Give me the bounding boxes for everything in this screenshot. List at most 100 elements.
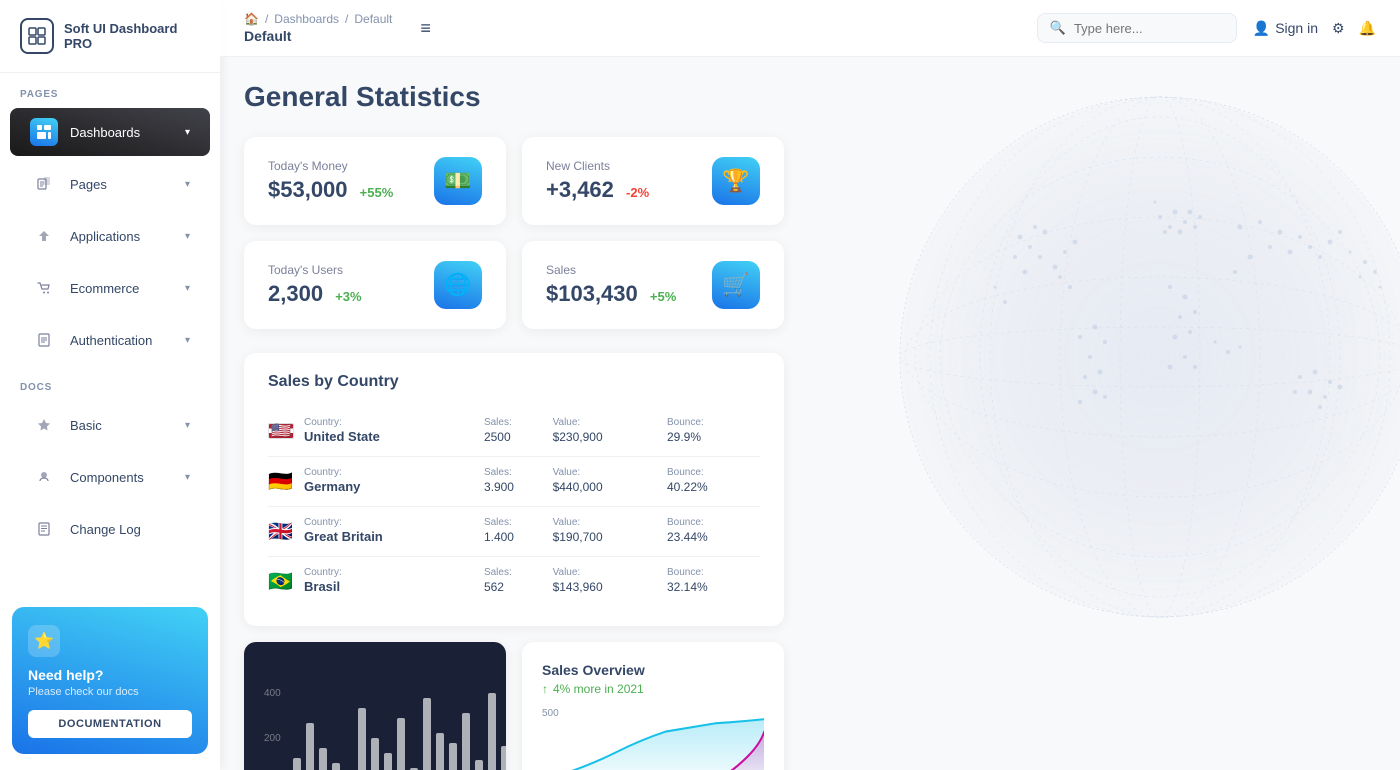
stats-card-sales-info: Sales $103,430 +5% (546, 263, 676, 307)
country-name-us: United State (304, 429, 380, 444)
sidebar-item-dashboards[interactable]: Dashboards ▾ (10, 108, 210, 156)
main-content: 🏠 / Dashboards / Default Default ≡ 🔍 👤 S… (220, 0, 1400, 770)
basic-icon (30, 411, 58, 439)
changelog-icon (30, 515, 58, 543)
ecommerce-chevron: ▾ (185, 283, 190, 294)
authentication-chevron: ▾ (185, 335, 190, 346)
authentication-icon (30, 326, 58, 354)
sidebar-item-applications[interactable]: Applications ▾ (10, 212, 210, 260)
sales-overview-chart: 500 400 (542, 708, 764, 770)
bar-chart-y-labels: 400 200 0 (264, 688, 281, 770)
stats-card-money: Today's Money $53,000 +55% 💵 (244, 137, 506, 225)
breadcrumb: 🏠 / Dashboards / Default Default (244, 12, 392, 44)
sales-label: Sales (546, 263, 676, 277)
settings-button[interactable]: ⚙ (1332, 20, 1345, 37)
de-bounce: 40.22% (667, 480, 708, 494)
search-box: 🔍 (1037, 13, 1237, 43)
users-value: 2,300 +3% (268, 281, 362, 307)
ecommerce-label: Ecommerce (70, 281, 173, 296)
money-icon: 💵 (434, 157, 482, 205)
sales-overview-title: Sales Overview (542, 662, 764, 678)
dashboards-label: Dashboards (70, 125, 173, 140)
applications-chevron: ▾ (185, 231, 190, 242)
table-row: 🇬🇧 Country: Great Britain Sales: 1.400 V… (268, 507, 760, 557)
users-label: Today's Users (268, 263, 362, 277)
sidebar-item-authentication[interactable]: Authentication ▾ (10, 316, 210, 364)
us-value: $230,900 (553, 430, 603, 444)
sales-overview-card: Sales Overview ↑ 4% more in 2021 500 400 (522, 642, 784, 770)
arrow-up-icon: ↑ (542, 682, 548, 696)
sales-value: $103,430 +5% (546, 281, 676, 307)
pages-icon (30, 170, 58, 198)
us-bounce: 29.9% (667, 430, 701, 444)
stats-card-clients-info: New Clients +3,462 -2% (546, 159, 649, 203)
bar-chart (293, 688, 506, 770)
breadcrumb-sep1: / (265, 12, 268, 26)
line-chart (567, 708, 764, 770)
sidebar-item-ecommerce[interactable]: Ecommerce ▾ (10, 264, 210, 312)
col-bounce-label-us: Bounce: (667, 417, 760, 428)
breadcrumb-nav: 🏠 / Dashboards / Default (244, 12, 392, 26)
br-flag: 🇧🇷 (268, 571, 293, 593)
col-country-label: Country: (304, 417, 484, 428)
sidebar-section-docs: DOCS (0, 366, 220, 399)
de-sales: 3.900 (484, 480, 514, 494)
sidebar: Soft UI Dashboard PRO PAGES Dashboards ▾ (0, 0, 220, 770)
sidebar-item-pages[interactable]: Pages ▾ (10, 160, 210, 208)
help-card: ⭐ Need help? Please check our docs DOCUM… (12, 607, 208, 754)
components-icon (30, 463, 58, 491)
sidebar-item-basic[interactable]: Basic ▾ (10, 401, 210, 449)
br-value: $143,960 (553, 580, 603, 594)
applications-label: Applications (70, 229, 173, 244)
signin-button[interactable]: 👤 Sign in (1253, 20, 1318, 37)
stats-card-users: Today's Users 2,300 +3% 🌐 (244, 241, 506, 329)
dashboards-chevron: ▾ (185, 127, 190, 138)
country-name-br: Brasil (304, 579, 340, 594)
settings-icon: ⚙ (1332, 20, 1345, 37)
components-label: Components (70, 470, 173, 485)
country-name-de: Germany (304, 479, 360, 494)
gb-value: $190,700 (553, 530, 603, 544)
help-subtitle: Please check our docs (28, 686, 192, 698)
us-flag: 🇺🇸 (268, 423, 294, 439)
gb-sales: 1.400 (484, 530, 514, 544)
br-bounce: 32.14% (667, 580, 708, 594)
col-country-label-de: Country: (304, 467, 484, 478)
sidebar-section-pages: PAGES (0, 73, 220, 106)
search-input[interactable] (1074, 21, 1224, 36)
header-right: 🔍 👤 Sign in ⚙ 🔔 (1037, 13, 1376, 43)
sidebar-item-changelog[interactable]: Change Log (10, 505, 210, 553)
authentication-label: Authentication (70, 333, 173, 348)
stats-grid: Today's Money $53,000 +55% 💵 New Clients… (244, 137, 784, 329)
home-icon: 🏠 (244, 12, 259, 26)
pages-label: Pages (70, 177, 173, 192)
country-table: 🇺🇸 Country: United State Sales: 2500 Val… (268, 407, 760, 606)
sidebar-item-components[interactable]: Components ▾ (10, 453, 210, 501)
basic-chevron: ▾ (185, 420, 190, 431)
applications-icon (30, 222, 58, 250)
bar-chart-card: 400 200 0 (244, 642, 506, 770)
users-icon: 🌐 (434, 261, 482, 309)
user-icon: 👤 (1253, 20, 1270, 37)
search-icon: 🔍 (1050, 20, 1066, 36)
bell-icon: 🔔 (1359, 20, 1376, 37)
documentation-button[interactable]: DOCUMENTATION (28, 710, 192, 738)
stats-card-sales: Sales $103,430 +5% 🛒 (522, 241, 784, 329)
help-title: Need help? (28, 667, 192, 683)
table-row: 🇧🇷 Country: Brasil Sales: 562 Value: $14… (268, 557, 760, 607)
pages-chevron: ▾ (185, 179, 190, 190)
app-name: Soft UI Dashboard PRO (64, 21, 200, 51)
sales-country-title: Sales by Country (268, 373, 760, 391)
stats-card-clients: New Clients +3,462 -2% 🏆 (522, 137, 784, 225)
breadcrumb-dashboards[interactable]: Dashboards (274, 12, 339, 26)
country-name-gb: Great Britain (304, 529, 383, 544)
sales-overview-badge: ↑ 4% more in 2021 (542, 682, 764, 696)
sales-icon: 🛒 (712, 261, 760, 309)
notifications-button[interactable]: 🔔 (1359, 20, 1376, 37)
table-row: 🇺🇸 Country: United State Sales: 2500 Val… (268, 407, 760, 457)
menu-toggle-button[interactable]: ≡ (412, 14, 439, 43)
components-chevron: ▾ (185, 472, 190, 483)
de-value: $440,000 (553, 480, 603, 494)
col-value-label-us: Value: (553, 417, 667, 428)
header-actions: 👤 Sign in ⚙ 🔔 (1253, 20, 1376, 37)
